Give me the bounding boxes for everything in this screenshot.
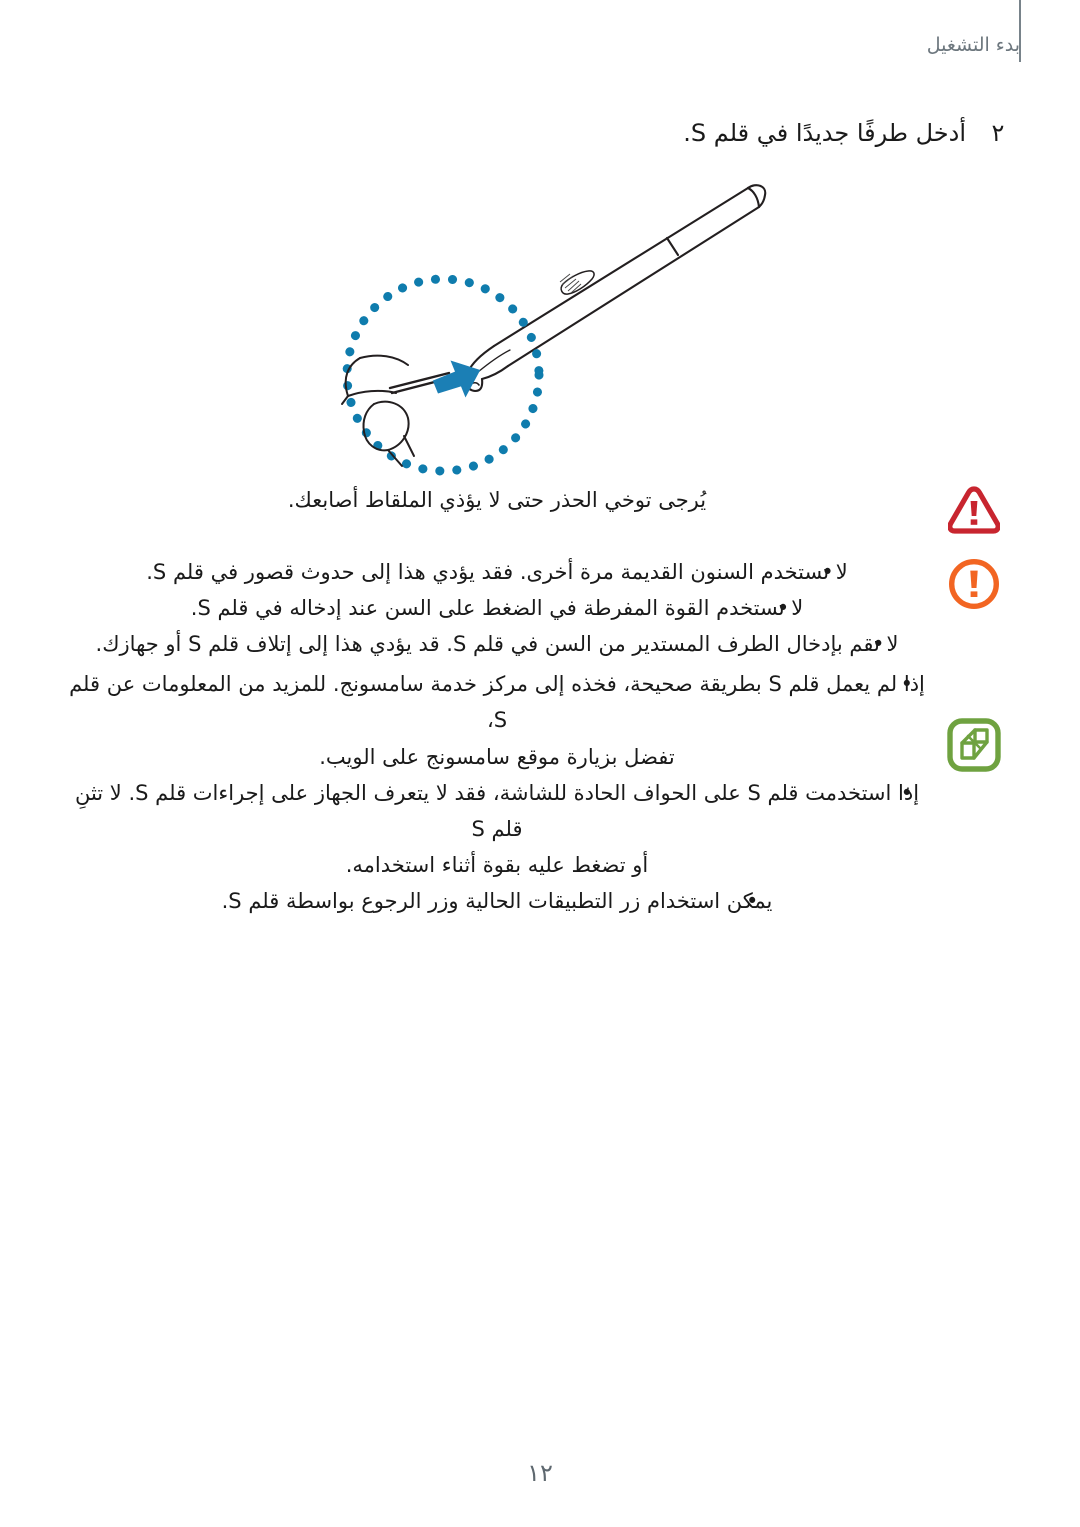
caution-bullet-text: لا تستخدم السنون القديمة مرة أخرى. فقد ي… xyxy=(146,560,848,584)
caution-bullet-text: لا تستخدم القوة المفرطة في الضغط على الس… xyxy=(190,596,804,621)
note-pencil-icon xyxy=(928,666,1020,773)
warning-triangle-icon xyxy=(928,482,1020,534)
header-title: بدء التشغيل xyxy=(926,34,1020,56)
note-text-block: إذا لم يعمل قلم S بطريقة صحيحة، فخذه إلى… xyxy=(60,666,928,919)
bullet-dot: • xyxy=(900,672,913,697)
manual-page: بدء التشغيل ٢ أدخل طرفًا جديدًا في قلم S… xyxy=(0,0,1080,1527)
notice-warning: يُرجى توخي الحذر حتى لا يؤذي الملقاط أصا… xyxy=(60,482,1020,534)
list-item: إذا استخدمت قلم S على الحواف الحادة للشا… xyxy=(66,775,928,883)
list-item: يمكن استخدام زر التطبيقات الحالية وزر ال… xyxy=(66,883,928,919)
note-bullet-text-line: يمكن استخدام زر التطبيقات الحالية وزر ال… xyxy=(221,888,773,913)
note-bullet-text-line: أو تضغط عليه بقوة أثناء استخدامه. xyxy=(345,852,649,877)
caution-bullet-list: لا تستخدم السنون القديمة مرة أخرى. فقد ي… xyxy=(66,554,928,662)
insertion-arrow xyxy=(432,360,481,398)
s-pen-body xyxy=(464,184,767,393)
s-pen-illustration xyxy=(318,160,778,490)
bullet-dot: • xyxy=(821,560,834,584)
list-item: لا تستخدم القوة المفرطة في الضغط على الس… xyxy=(66,590,928,626)
warning-text-block: يُرجى توخي الحذر حتى لا يؤذي الملقاط أصا… xyxy=(60,482,928,518)
caution-bullet-text: لا تقم بإدخال الطرف المستدير من السن في … xyxy=(95,632,899,657)
bullet-dot: • xyxy=(776,596,790,621)
note-bullet-list: إذا لم يعمل قلم S بطريقة صحيحة، فخذه إلى… xyxy=(66,666,928,919)
s-pen-grip-texture xyxy=(559,270,595,295)
note-bullet-text-line: إذا لم يعمل قلم S بطريقة صحيحة، فخذه إلى… xyxy=(69,672,925,733)
list-item: لا تستخدم السنون القديمة مرة أخرى. فقد ي… xyxy=(66,554,928,590)
page-header: بدء التشغيل xyxy=(927,36,1020,55)
note-bullet-text-line: تفضل بزيارة موقع سامسونج على الويب. xyxy=(319,744,675,769)
bullet-dot: • xyxy=(872,632,885,657)
list-item: لا تقم بإدخال الطرف المستدير من السن في … xyxy=(66,626,928,662)
step-text: أدخل طرفًا جديدًا في قلم S. xyxy=(683,119,966,147)
note-bullet-text-line: إذا استخدمت قلم S على الحواف الحادة للشا… xyxy=(74,780,920,841)
step-instruction: ٢ أدخل طرفًا جديدًا في قلم S. xyxy=(683,119,1008,148)
caution-text-block: لا تستخدم السنون القديمة مرة أخرى. فقد ي… xyxy=(60,554,928,662)
notice-caution: لا تستخدم السنون القديمة مرة أخرى. فقد ي… xyxy=(60,554,1020,662)
warning-line: يُرجى توخي الحذر حتى لا يؤذي الملقاط أصا… xyxy=(287,488,707,512)
notice-note: إذا لم يعمل قلم S بطريقة صحيحة، فخذه إلى… xyxy=(60,666,1020,919)
page-number: ١٢ xyxy=(527,1459,553,1487)
tweezers-with-nib xyxy=(341,354,415,467)
step-number: ٢ xyxy=(991,119,1005,147)
bullet-dot: • xyxy=(745,888,759,913)
notices-section: يُرجى توخي الحذر حتى لا يؤذي الملقاط أصا… xyxy=(60,482,1020,919)
caution-circle-icon xyxy=(928,554,1020,610)
bullet-dot: • xyxy=(900,780,913,805)
list-item: إذا لم يعمل قلم S بطريقة صحيحة، فخذه إلى… xyxy=(66,666,928,774)
